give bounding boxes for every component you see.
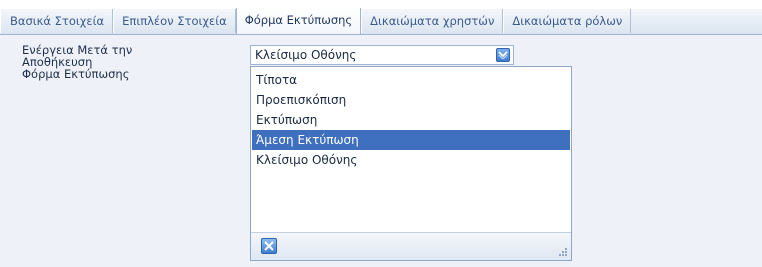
- top-strip: [0, 0, 762, 9]
- tab-basic-info[interactable]: Βασικά Στοιχεία: [0, 9, 114, 33]
- dropdown-footer: [251, 232, 571, 260]
- after-save-action-combo[interactable]: Κλείσιμο Οθόνης: [250, 45, 514, 65]
- tab-bar: Βασικά Στοιχεία Επιπλέον Στοιχεία Φόρμα …: [0, 8, 762, 35]
- dropdown-option-close-screen[interactable]: Κλείσιμο Οθόνης: [252, 150, 570, 170]
- dropdown-list: Τίποτα Προεπισκόπιση Εκτύπωση Άμεση Εκτύ…: [250, 66, 572, 261]
- dropdown-option-nothing[interactable]: Τίποτα: [252, 70, 570, 90]
- tab-user-permissions[interactable]: Δικαιώματα χρηστών: [361, 9, 504, 33]
- after-save-action-label: Ενέργεια Μετά την Αποθήκευση Φόρμα Εκτύπ…: [22, 43, 133, 81]
- dropdown-option-print[interactable]: Εκτύπωση: [252, 110, 570, 130]
- tab-print-form[interactable]: Φόρμα Εκτύπωσης: [235, 8, 362, 34]
- chevron-down-icon[interactable]: [496, 48, 510, 62]
- close-icon[interactable]: [261, 238, 277, 254]
- combo-value: Κλείσιμο Οθόνης: [255, 48, 357, 62]
- resize-grip-icon[interactable]: [558, 247, 568, 257]
- dropdown-option-preview[interactable]: Προεπισκόπιση: [252, 90, 570, 110]
- tab-extra-info[interactable]: Επιπλέον Στοιχεία: [113, 9, 236, 33]
- dropdown-option-direct-print[interactable]: Άμεση Εκτύπωση: [252, 130, 570, 150]
- tab-role-permissions[interactable]: Δικαιώματα ρόλων: [503, 9, 632, 33]
